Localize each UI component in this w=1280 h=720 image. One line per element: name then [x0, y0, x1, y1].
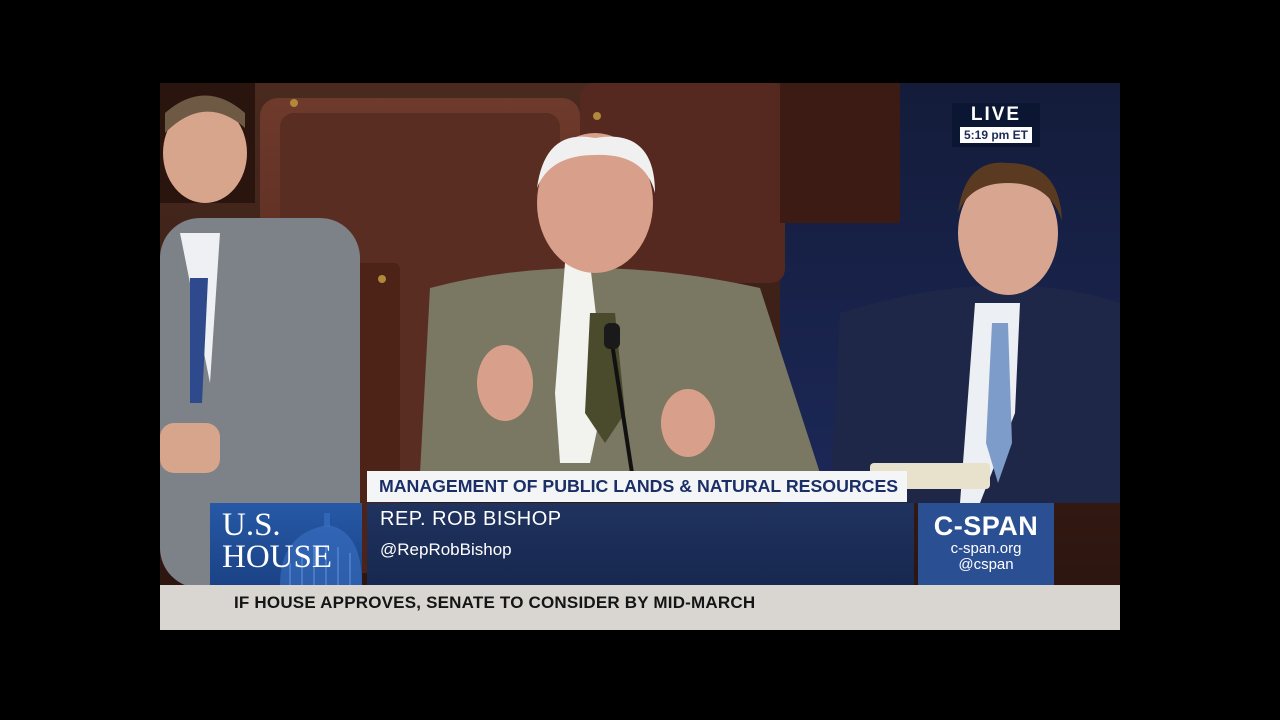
- cspan-logo: C-SPAN c-span.org @cspan: [918, 503, 1054, 585]
- house-logo-line1: U.S.: [222, 507, 281, 543]
- live-time: 5:19 pm ET: [959, 127, 1033, 143]
- live-label: LIVE: [970, 104, 1022, 125]
- headline-bar: MANAGEMENT OF PUBLIC LANDS & NATURAL RES…: [367, 471, 907, 502]
- cspan-url: c-span.org: [950, 540, 1022, 557]
- speaker-bar: REP. ROB BISHOP @RepRobBishop: [367, 503, 914, 585]
- us-house-logo: U.S. HOUSE: [210, 503, 362, 585]
- speaker-name: REP. ROB BISHOP: [380, 508, 562, 530]
- cspan-name: C-SPAN: [933, 511, 1039, 541]
- broadcast-video: LIVE 5:19 pm ET U.S. HOUSE MANAGEMENT OF…: [160, 83, 1120, 630]
- live-bug: LIVE 5:19 pm ET: [952, 103, 1040, 147]
- cspan-handle: @cspan: [958, 556, 1014, 573]
- speaker-handle: @RepRobBishop: [380, 540, 512, 559]
- video-frame: LIVE 5:19 pm ET U.S. HOUSE MANAGEMENT OF…: [0, 0, 1280, 720]
- ticker-text: IF HOUSE APPROVES, SENATE TO CONSIDER BY…: [234, 593, 756, 612]
- house-logo-line2: HOUSE: [222, 539, 333, 575]
- news-ticker: IF HOUSE APPROVES, SENATE TO CONSIDER BY…: [160, 585, 1120, 630]
